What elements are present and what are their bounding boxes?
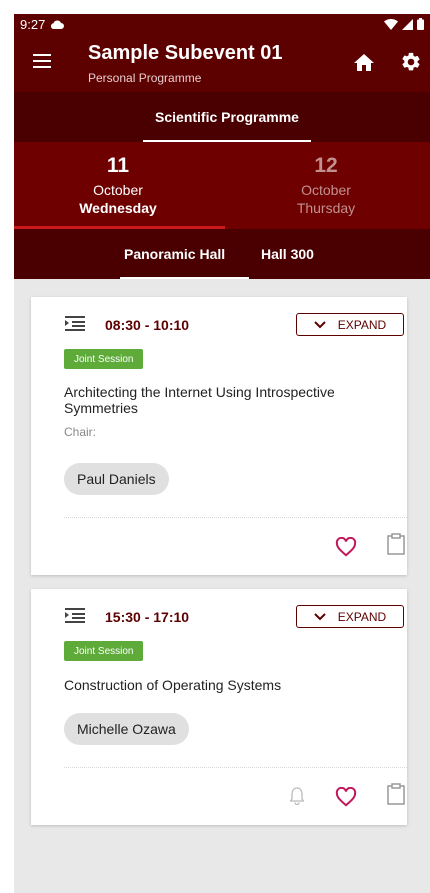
person-chip[interactable]: Paul Daniels: [64, 463, 169, 495]
chevron-down-icon: [314, 320, 326, 328]
tab-hall-300[interactable]: Hall 300: [261, 229, 314, 279]
session-title[interactable]: Architecting the Internet Using Introspe…: [64, 384, 384, 416]
date-tab-bar: 11 October Wednesday 12 October Thursday: [14, 142, 430, 229]
session-card: 15:30 - 17:10 EXPAND Joint Session Const…: [31, 589, 407, 825]
hall-tab-indicator: [120, 277, 249, 279]
app-bar: Sample Subevent 01 Personal Programme: [14, 34, 430, 92]
menu-icon[interactable]: [33, 54, 51, 68]
date-day: 11: [106, 154, 130, 177]
person-chip[interactable]: Michelle Ozawa: [64, 713, 189, 745]
session-type-badge: Joint Session: [64, 349, 144, 369]
home-icon[interactable]: [354, 54, 374, 71]
card-divider: [64, 767, 407, 768]
app-title: Sample Subevent 01: [88, 42, 283, 64]
date-month: October: [301, 182, 351, 198]
session-title[interactable]: Construction of Operating Systems: [64, 677, 384, 693]
status-bar: 9:27: [14, 14, 430, 34]
session-time: 08:30 - 10:10: [105, 317, 190, 333]
expand-button[interactable]: EXPAND: [296, 313, 404, 336]
expand-button[interactable]: EXPAND: [296, 605, 404, 628]
date-day: 12: [314, 154, 338, 177]
expand-label: EXPAND: [337, 609, 387, 624]
signal-icon: [402, 18, 413, 30]
bell-icon[interactable]: [290, 787, 304, 805]
session-card: 08:30 - 10:10 EXPAND Joint Session Archi…: [31, 297, 407, 575]
status-time: 9:27: [20, 16, 46, 32]
hall-tab-bar: Panoramic Hall Hall 300: [14, 229, 430, 279]
tab-scientific-programme[interactable]: Scientific Programme: [143, 92, 311, 142]
date-tab-12[interactable]: 12 October Thursday: [222, 142, 430, 229]
chevron-down-icon: [314, 612, 326, 620]
date-month: October: [93, 182, 143, 198]
card-divider: [64, 517, 407, 518]
wifi-icon: [384, 18, 398, 30]
expand-label: EXPAND: [337, 317, 387, 332]
battery-icon: [417, 18, 424, 30]
clipboard-icon[interactable]: [387, 783, 405, 805]
date-tab-11[interactable]: 11 October Wednesday: [14, 142, 222, 229]
clipboard-icon[interactable]: [387, 533, 405, 555]
tab-panoramic-hall[interactable]: Panoramic Hall: [124, 229, 225, 279]
heart-icon[interactable]: [335, 787, 357, 807]
date-weekday: Wednesday: [79, 200, 157, 216]
heart-icon[interactable]: [335, 537, 357, 557]
app-subtitle: Personal Programme: [88, 71, 202, 85]
cloud-icon: [51, 19, 65, 29]
agenda-icon: [65, 608, 85, 623]
session-time: 15:30 - 17:10: [105, 609, 190, 625]
agenda-icon: [65, 316, 85, 331]
date-weekday: Thursday: [296, 200, 356, 216]
programme-tab-bar: Scientific Programme: [14, 92, 430, 142]
app-screen: 9:27 Sample Subevent 01 Personal Program…: [14, 14, 430, 893]
gear-icon[interactable]: [400, 51, 422, 73]
chair-label: Chair:: [64, 425, 97, 439]
session-type-badge: Joint Session: [64, 641, 144, 661]
